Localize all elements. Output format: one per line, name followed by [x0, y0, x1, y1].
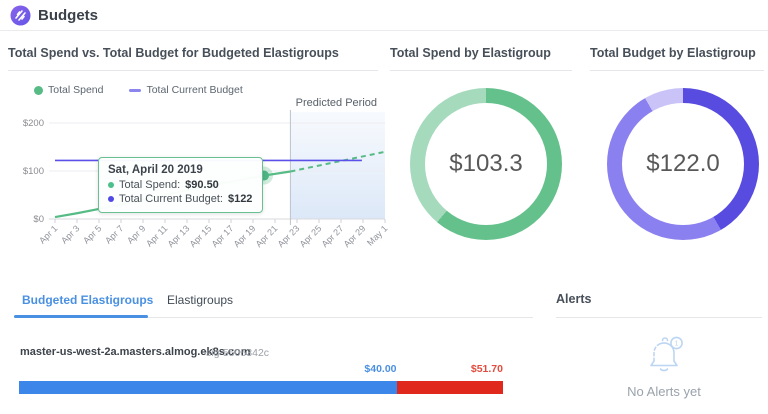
no-alerts-text: No Alerts yet	[596, 384, 732, 399]
divider	[556, 317, 762, 318]
chart-tooltip: Sat, April 20 2019 Total Spend: $90.50 T…	[98, 157, 263, 213]
svg-text:Apr 27: Apr 27	[320, 223, 346, 249]
spend-by-elastigroup-title: Total Spend by Elastigroup	[390, 46, 551, 60]
budget-bar-over	[397, 381, 503, 394]
active-tab-indicator	[14, 315, 148, 318]
bell-icon: 1	[636, 331, 692, 379]
tab-elastigroups[interactable]: Elastigroups	[167, 293, 233, 307]
total-spend-donut-chart[interactable]: $103.3	[410, 88, 562, 240]
tooltip-row-spend: Total Spend: $90.50	[108, 179, 252, 191]
spotinst-logo-icon[interactable]	[10, 5, 31, 26]
divider	[8, 70, 378, 71]
divider	[390, 70, 572, 71]
svg-text:Apr 25: Apr 25	[298, 223, 324, 249]
svg-text:Apr 3: Apr 3	[59, 223, 81, 245]
tab-budgeted-elastigroups[interactable]: Budgeted Elastigroups	[22, 293, 153, 307]
svg-text:Apr 7: Apr 7	[103, 223, 125, 245]
elastigroup-sig: sig-5505342c	[206, 347, 269, 359]
total-spend-dot-icon	[34, 86, 43, 95]
tooltip-row-budget: Total Current Budget: $122	[108, 193, 252, 205]
svg-text:Apr 17: Apr 17	[210, 223, 236, 249]
green-bullet-icon	[108, 182, 114, 188]
legend-total-current-budget: Total Current Budget	[129, 84, 242, 96]
purple-bullet-icon	[108, 196, 114, 202]
total-spend-value: $103.3	[449, 150, 522, 178]
spend-vs-budget-title: Total Spend vs. Total Budget for Budgete…	[8, 46, 339, 60]
alerts-title: Alerts	[556, 292, 591, 306]
budget-bar-labels: $40.00 $51.70	[19, 363, 503, 376]
alert-badge-count: 1	[675, 341, 679, 348]
svg-text:Apr 5: Apr 5	[81, 223, 103, 245]
chart-legend: Total Spend Total Current Budget	[34, 84, 243, 96]
budget-by-elastigroup-title: Total Budget by Elastigroup	[590, 46, 756, 60]
budgets-page: Budgets Total Spend vs. Total Budget for…	[0, 0, 768, 414]
total-budget-donut-chart[interactable]: $122.0	[607, 88, 759, 240]
svg-text:Apr 19: Apr 19	[232, 223, 258, 249]
page-title: Budgets	[38, 7, 98, 24]
svg-text:Apr 11: Apr 11	[144, 223, 169, 248]
header-bar: Budgets	[0, 0, 768, 31]
svg-text:Apr 13: Apr 13	[166, 223, 192, 249]
budget-bar-fill	[19, 381, 397, 394]
svg-text:$100: $100	[23, 166, 44, 177]
total-budget-value: $122.0	[646, 150, 719, 178]
svg-text:Apr 15: Apr 15	[188, 223, 214, 249]
tooltip-date: Sat, April 20 2019	[108, 164, 252, 176]
svg-text:Apr 21: Apr 21	[254, 223, 280, 249]
budget-progress-bar[interactable]	[19, 381, 503, 394]
svg-text:$200: $200	[23, 118, 44, 129]
svg-text:Apr 29: Apr 29	[342, 223, 368, 249]
svg-text:Apr 23: Apr 23	[276, 223, 302, 249]
svg-text:Apr 1: Apr 1	[37, 223, 59, 245]
divider	[590, 70, 764, 71]
legend-total-spend: Total Spend	[34, 84, 103, 96]
svg-text:May 1: May 1	[365, 223, 389, 247]
spend-amount-label: $40.00	[19, 363, 397, 375]
budget-line-icon	[129, 89, 141, 92]
svg-text:$0: $0	[33, 214, 44, 225]
budget-amount-label: $51.70	[471, 363, 503, 375]
